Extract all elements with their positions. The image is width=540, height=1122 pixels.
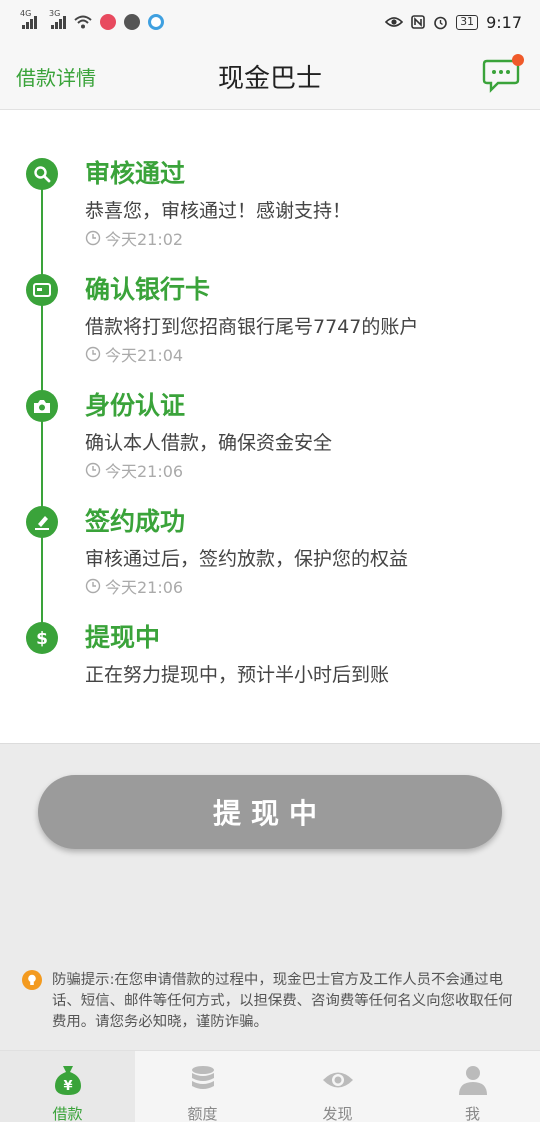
- step-time: 今天21:06: [85, 458, 183, 482]
- lightbulb-icon: [22, 970, 42, 990]
- tab-label: 发现: [322, 1105, 353, 1122]
- app-notification-icon: [100, 14, 116, 30]
- coins-icon: [191, 1066, 214, 1089]
- search-icon: [26, 158, 58, 190]
- step-time-text: 今天21:06: [105, 462, 184, 481]
- tab-label: 额度: [187, 1105, 218, 1122]
- browser-notification-icon: [148, 14, 164, 30]
- person-icon: [458, 1066, 487, 1095]
- page-title: 现金巴士: [217, 64, 322, 94]
- battery-indicator: 31: [456, 14, 479, 30]
- step-title: 签约成功: [85, 507, 186, 536]
- step-time: 今天21:02: [85, 226, 183, 250]
- notice-text: 防骗提示:在您申请借款的过程中，现金巴士官方及工作人员不会通过电话、短信、邮件等…: [52, 972, 513, 1030]
- step-description: 借款将打到您招商银行尾号7747的账户: [85, 316, 419, 338]
- tab-discover[interactable]: 发现: [270, 1051, 405, 1122]
- svg-text:$: $: [36, 629, 48, 648]
- status-left: 4G 3G: [20, 9, 164, 30]
- anti-fraud-notice: 防骗提示:在您申请借款的过程中，现金巴士官方及工作人员不会通过电话、短信、邮件等…: [22, 970, 522, 1033]
- step-description: 正在努力提现中，预计半小时后到账: [85, 664, 390, 686]
- step-time-text: 今天21:04: [105, 346, 184, 365]
- step-time-text: 今天21:06: [105, 578, 184, 597]
- nfc-icon: [411, 15, 425, 29]
- clock-icon: [85, 462, 101, 478]
- message-button[interactable]: [482, 54, 524, 94]
- tab-credit-limit[interactable]: 额度: [135, 1051, 270, 1122]
- svg-text:¥: ¥: [63, 1079, 72, 1094]
- clock-icon: [85, 346, 101, 362]
- clock-icon: [85, 230, 101, 246]
- alarm-icon: [434, 16, 447, 29]
- progress-timeline: 审核通过 恭喜您，审核通过！感谢支持！ 今天21:02 确认银行卡 借款将打到您…: [0, 110, 540, 744]
- step-title: 确认银行卡: [85, 275, 211, 304]
- clock-icon: [85, 578, 101, 594]
- camera-icon: [26, 390, 58, 422]
- chat-notification-icon: [124, 14, 140, 30]
- bottom-tab-bar: ¥ 借款 额度 发现 我: [0, 1050, 540, 1122]
- eye-icon: [322, 1072, 353, 1088]
- signal-4g-icon: 4G: [20, 9, 37, 29]
- eye-comfort-icon: [385, 17, 404, 27]
- withdrawing-button[interactable]: 提现中: [38, 775, 502, 849]
- status-bar: 4G 3G 31 9:17: [0, 0, 540, 44]
- step-title: 审核通过: [85, 159, 186, 188]
- dollar-icon: $: [26, 622, 58, 654]
- signal-3g-icon: 3G: [49, 9, 66, 29]
- step-description: 恭喜您，审核通过！感谢支持！: [85, 200, 352, 222]
- wifi-icon: [74, 15, 92, 29]
- step-time: 今天21:06: [85, 574, 183, 598]
- money-bag-icon: ¥: [54, 1066, 81, 1095]
- bank-card-icon: [26, 274, 58, 306]
- step-description: 确认本人借款，确保资金安全: [85, 432, 333, 454]
- tab-me[interactable]: 我: [405, 1051, 540, 1122]
- clock: 9:17: [486, 12, 522, 32]
- status-right: 31 9:17: [385, 13, 522, 32]
- step-time-text: 今天21:02: [105, 230, 184, 249]
- sign-icon: [26, 506, 58, 538]
- tab-loan[interactable]: ¥ 借款: [0, 1051, 135, 1122]
- step-time: 今天21:04: [85, 342, 183, 366]
- step-title: 提现中: [85, 623, 161, 652]
- app-header: 借款详情 现金巴士: [0, 44, 540, 110]
- step-title: 身份认证: [85, 391, 186, 420]
- step-description: 审核通过后，签约放款，保护您的权益: [85, 548, 409, 570]
- unread-badge: [512, 54, 524, 66]
- tab-label: 借款: [52, 1105, 83, 1122]
- tab-label: 我: [464, 1105, 480, 1122]
